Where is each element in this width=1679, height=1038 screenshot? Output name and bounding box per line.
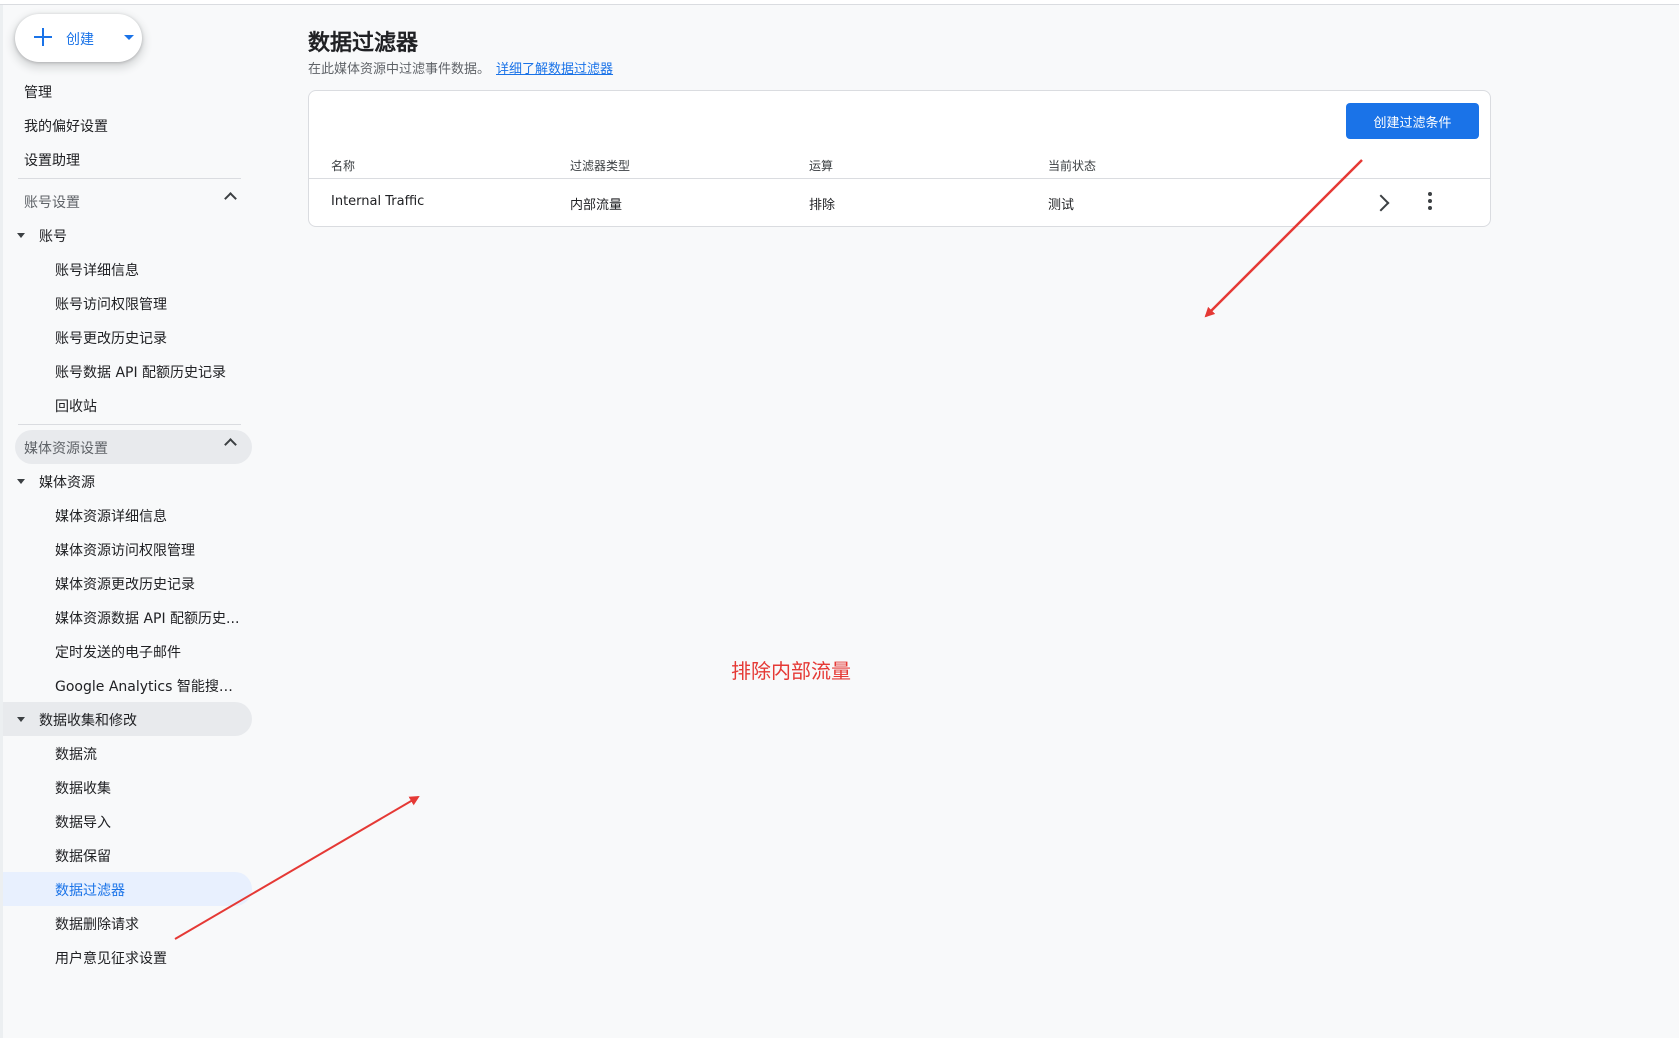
sidebar-item-data-collection[interactable]: 数据收集 — [3, 770, 252, 804]
cell-status: 测试 — [1048, 198, 1075, 213]
cell-operation: 排除 — [809, 198, 836, 213]
chevron-up-icon — [224, 438, 237, 451]
group-property[interactable]: 媒体资源 — [3, 464, 252, 498]
sidebar-item-trash[interactable]: 回收站 — [3, 388, 252, 422]
sidebar-item-label: 数据导入 — [55, 815, 111, 831]
create-button-label: 创建 — [66, 32, 94, 48]
section-header-label: 媒体资源设置 — [24, 441, 108, 457]
sidebar-item-data-streams[interactable]: 数据流 — [3, 736, 252, 770]
more-vert-icon[interactable] — [1427, 192, 1433, 212]
sidebar-item-label: 数据删除请求 — [55, 917, 139, 933]
sidebar-item-label: 媒体资源更改历史记录 — [55, 577, 195, 593]
sidebar-item-label: Google Analytics 智能搜索... — [55, 679, 245, 695]
annotation-text: 排除内部流量 — [731, 659, 851, 683]
sidebar-item-account-api-quota[interactable]: 账号数据 API 配额历史记录 — [3, 354, 252, 388]
divider — [18, 424, 241, 425]
sidebar-item-account-details[interactable]: 账号详细信息 — [3, 252, 252, 286]
column-header-status: 当前状态 — [1048, 159, 1097, 173]
page-description-text: 在此媒体资源中过滤事件数据。 — [308, 62, 491, 77]
sidebar-item-label: 用户意见征求设置 — [55, 951, 167, 967]
create-filter-button[interactable]: 创建过滤条件 — [1346, 103, 1479, 139]
page-title: 数据过滤器 — [308, 31, 419, 56]
account-settings-header[interactable]: 账号设置 — [15, 184, 252, 218]
sidebar-item-data-filters[interactable]: 数据过滤器 — [3, 872, 252, 906]
sidebar-item-data-deletion[interactable]: 数据删除请求 — [3, 906, 252, 940]
sidebar-item-scheduled-emails[interactable]: 定时发送的电子邮件 — [3, 634, 252, 668]
cell-type: 内部流量 — [570, 198, 623, 213]
sidebar-item-label: 媒体资源访问权限管理 — [55, 543, 195, 559]
sidebar-item-label: 数据收集 — [55, 781, 111, 797]
learn-more-link[interactable]: 详细了解数据过滤器 — [496, 62, 613, 77]
expand-triangle-icon — [17, 233, 25, 238]
divider — [18, 178, 241, 179]
sidebar-item-analytics-intelligence[interactable]: Google Analytics 智能搜索... — [3, 668, 252, 702]
sidebar-item-label: 账号访问权限管理 — [55, 297, 167, 313]
chevron-right-icon[interactable] — [1372, 194, 1390, 212]
group-label: 媒体资源 — [39, 475, 95, 491]
sidebar-item-label: 媒体资源数据 API 配额历史... — [55, 611, 240, 627]
column-header-operation: 运算 — [809, 159, 834, 173]
filters-table-card: 创建过滤条件 名称 过滤器类型 运算 当前状态 Internal Traffic… — [308, 90, 1491, 227]
expand-triangle-icon — [17, 479, 25, 484]
sidebar-item-label: 数据过滤器 — [55, 883, 125, 899]
caret-down-icon[interactable] — [124, 35, 134, 40]
column-header-type: 过滤器类型 — [570, 159, 631, 173]
group-account[interactable]: 账号 — [3, 218, 252, 252]
section-header-label: 账号设置 — [24, 195, 80, 211]
group-label: 数据收集和修改 — [39, 713, 137, 729]
sidebar-item-label: 数据保留 — [55, 849, 111, 865]
nav-preferences[interactable]: 我的偏好设置 — [24, 116, 108, 136]
sidebar-item-label: 数据流 — [55, 747, 97, 763]
sidebar-item-property-access[interactable]: 媒体资源访问权限管理 — [3, 532, 252, 566]
sidebar-item-label: 账号更改历史记录 — [55, 331, 167, 347]
sidebar-item-property-api-quota[interactable]: 媒体资源数据 API 配额历史... — [3, 600, 252, 634]
plus-icon — [33, 27, 53, 47]
nav-setup-assistant[interactable]: 设置助理 — [24, 150, 80, 170]
sidebar: 创建 管理 我的偏好设置 设置助理 账号设置 账号 账号详细信息 账号访问权限管… — [0, 5, 255, 1038]
sidebar-item-property-history[interactable]: 媒体资源更改历史记录 — [3, 566, 252, 600]
create-button[interactable]: 创建 — [15, 14, 142, 62]
sidebar-item-consent-settings[interactable]: 用户意见征求设置 — [3, 940, 252, 974]
chevron-up-icon — [224, 192, 237, 205]
sidebar-item-label: 账号数据 API 配额历史记录 — [55, 365, 227, 381]
property-settings-header[interactable]: 媒体资源设置 — [15, 430, 252, 464]
sidebar-item-account-access[interactable]: 账号访问权限管理 — [3, 286, 252, 320]
sidebar-item-property-details[interactable]: 媒体资源详细信息 — [3, 498, 252, 532]
nav-admin[interactable]: 管理 — [24, 82, 52, 102]
cell-name: Internal Traffic — [331, 194, 425, 209]
sidebar-item-data-import[interactable]: 数据导入 — [3, 804, 252, 838]
column-header-name[interactable]: 名称 — [331, 157, 355, 174]
table-row[interactable]: Internal Traffic 内部流量 排除 测试 — [309, 180, 1490, 226]
expand-triangle-icon — [17, 717, 25, 722]
sidebar-item-label: 账号详细信息 — [55, 263, 139, 279]
sidebar-item-account-history[interactable]: 账号更改历史记录 — [3, 320, 252, 354]
sidebar-item-label: 定时发送的电子邮件 — [55, 645, 181, 661]
group-data-collection[interactable]: 数据收集和修改 — [3, 702, 252, 736]
sidebar-item-label: 媒体资源详细信息 — [55, 509, 167, 525]
page-description: 在此媒体资源中过滤事件数据。 详细了解数据过滤器 — [308, 58, 613, 77]
group-label: 账号 — [39, 229, 67, 245]
sidebar-item-data-retention[interactable]: 数据保留 — [3, 838, 252, 872]
table-header: 名称 过滤器类型 运算 当前状态 — [309, 151, 1490, 179]
sidebar-item-label: 回收站 — [55, 399, 97, 415]
